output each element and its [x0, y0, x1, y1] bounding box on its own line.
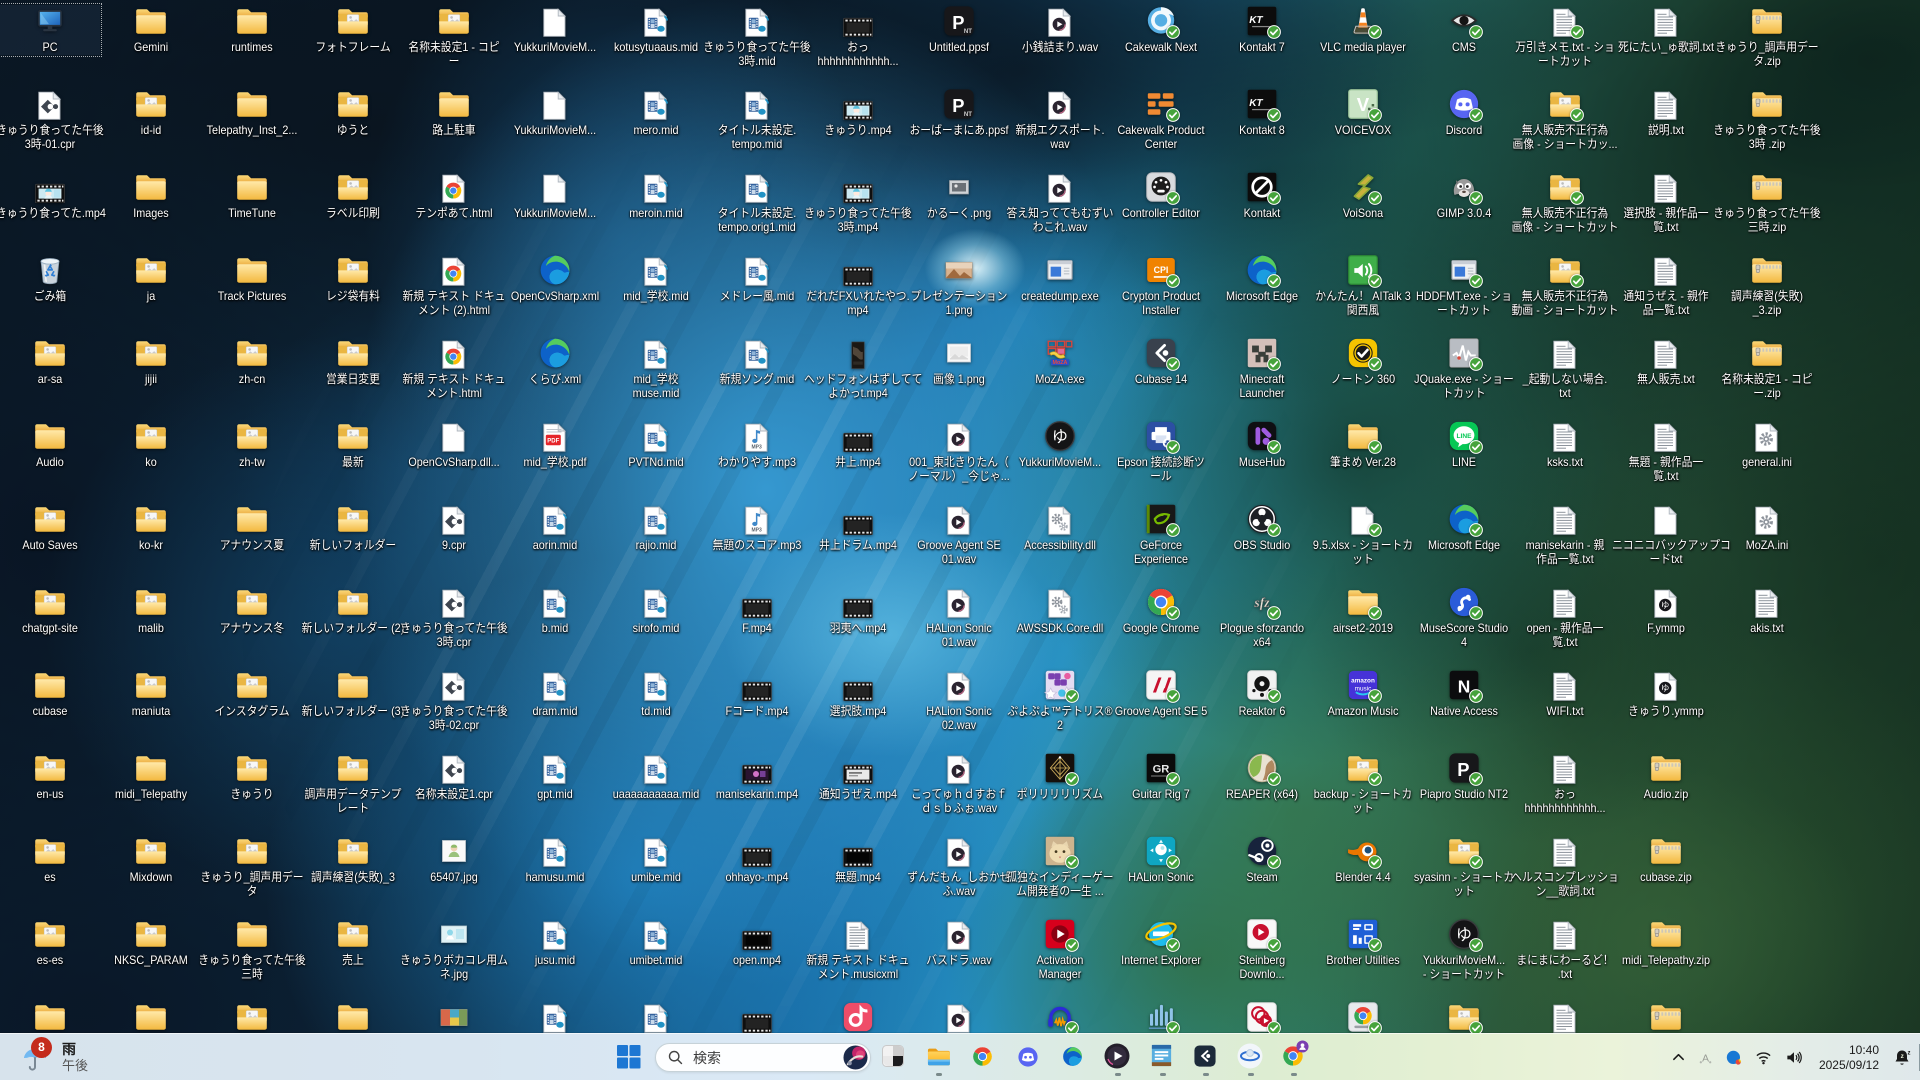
- svg-text:A: A: [1702, 1053, 1709, 1064]
- svg-text:z: z: [1908, 1050, 1911, 1056]
